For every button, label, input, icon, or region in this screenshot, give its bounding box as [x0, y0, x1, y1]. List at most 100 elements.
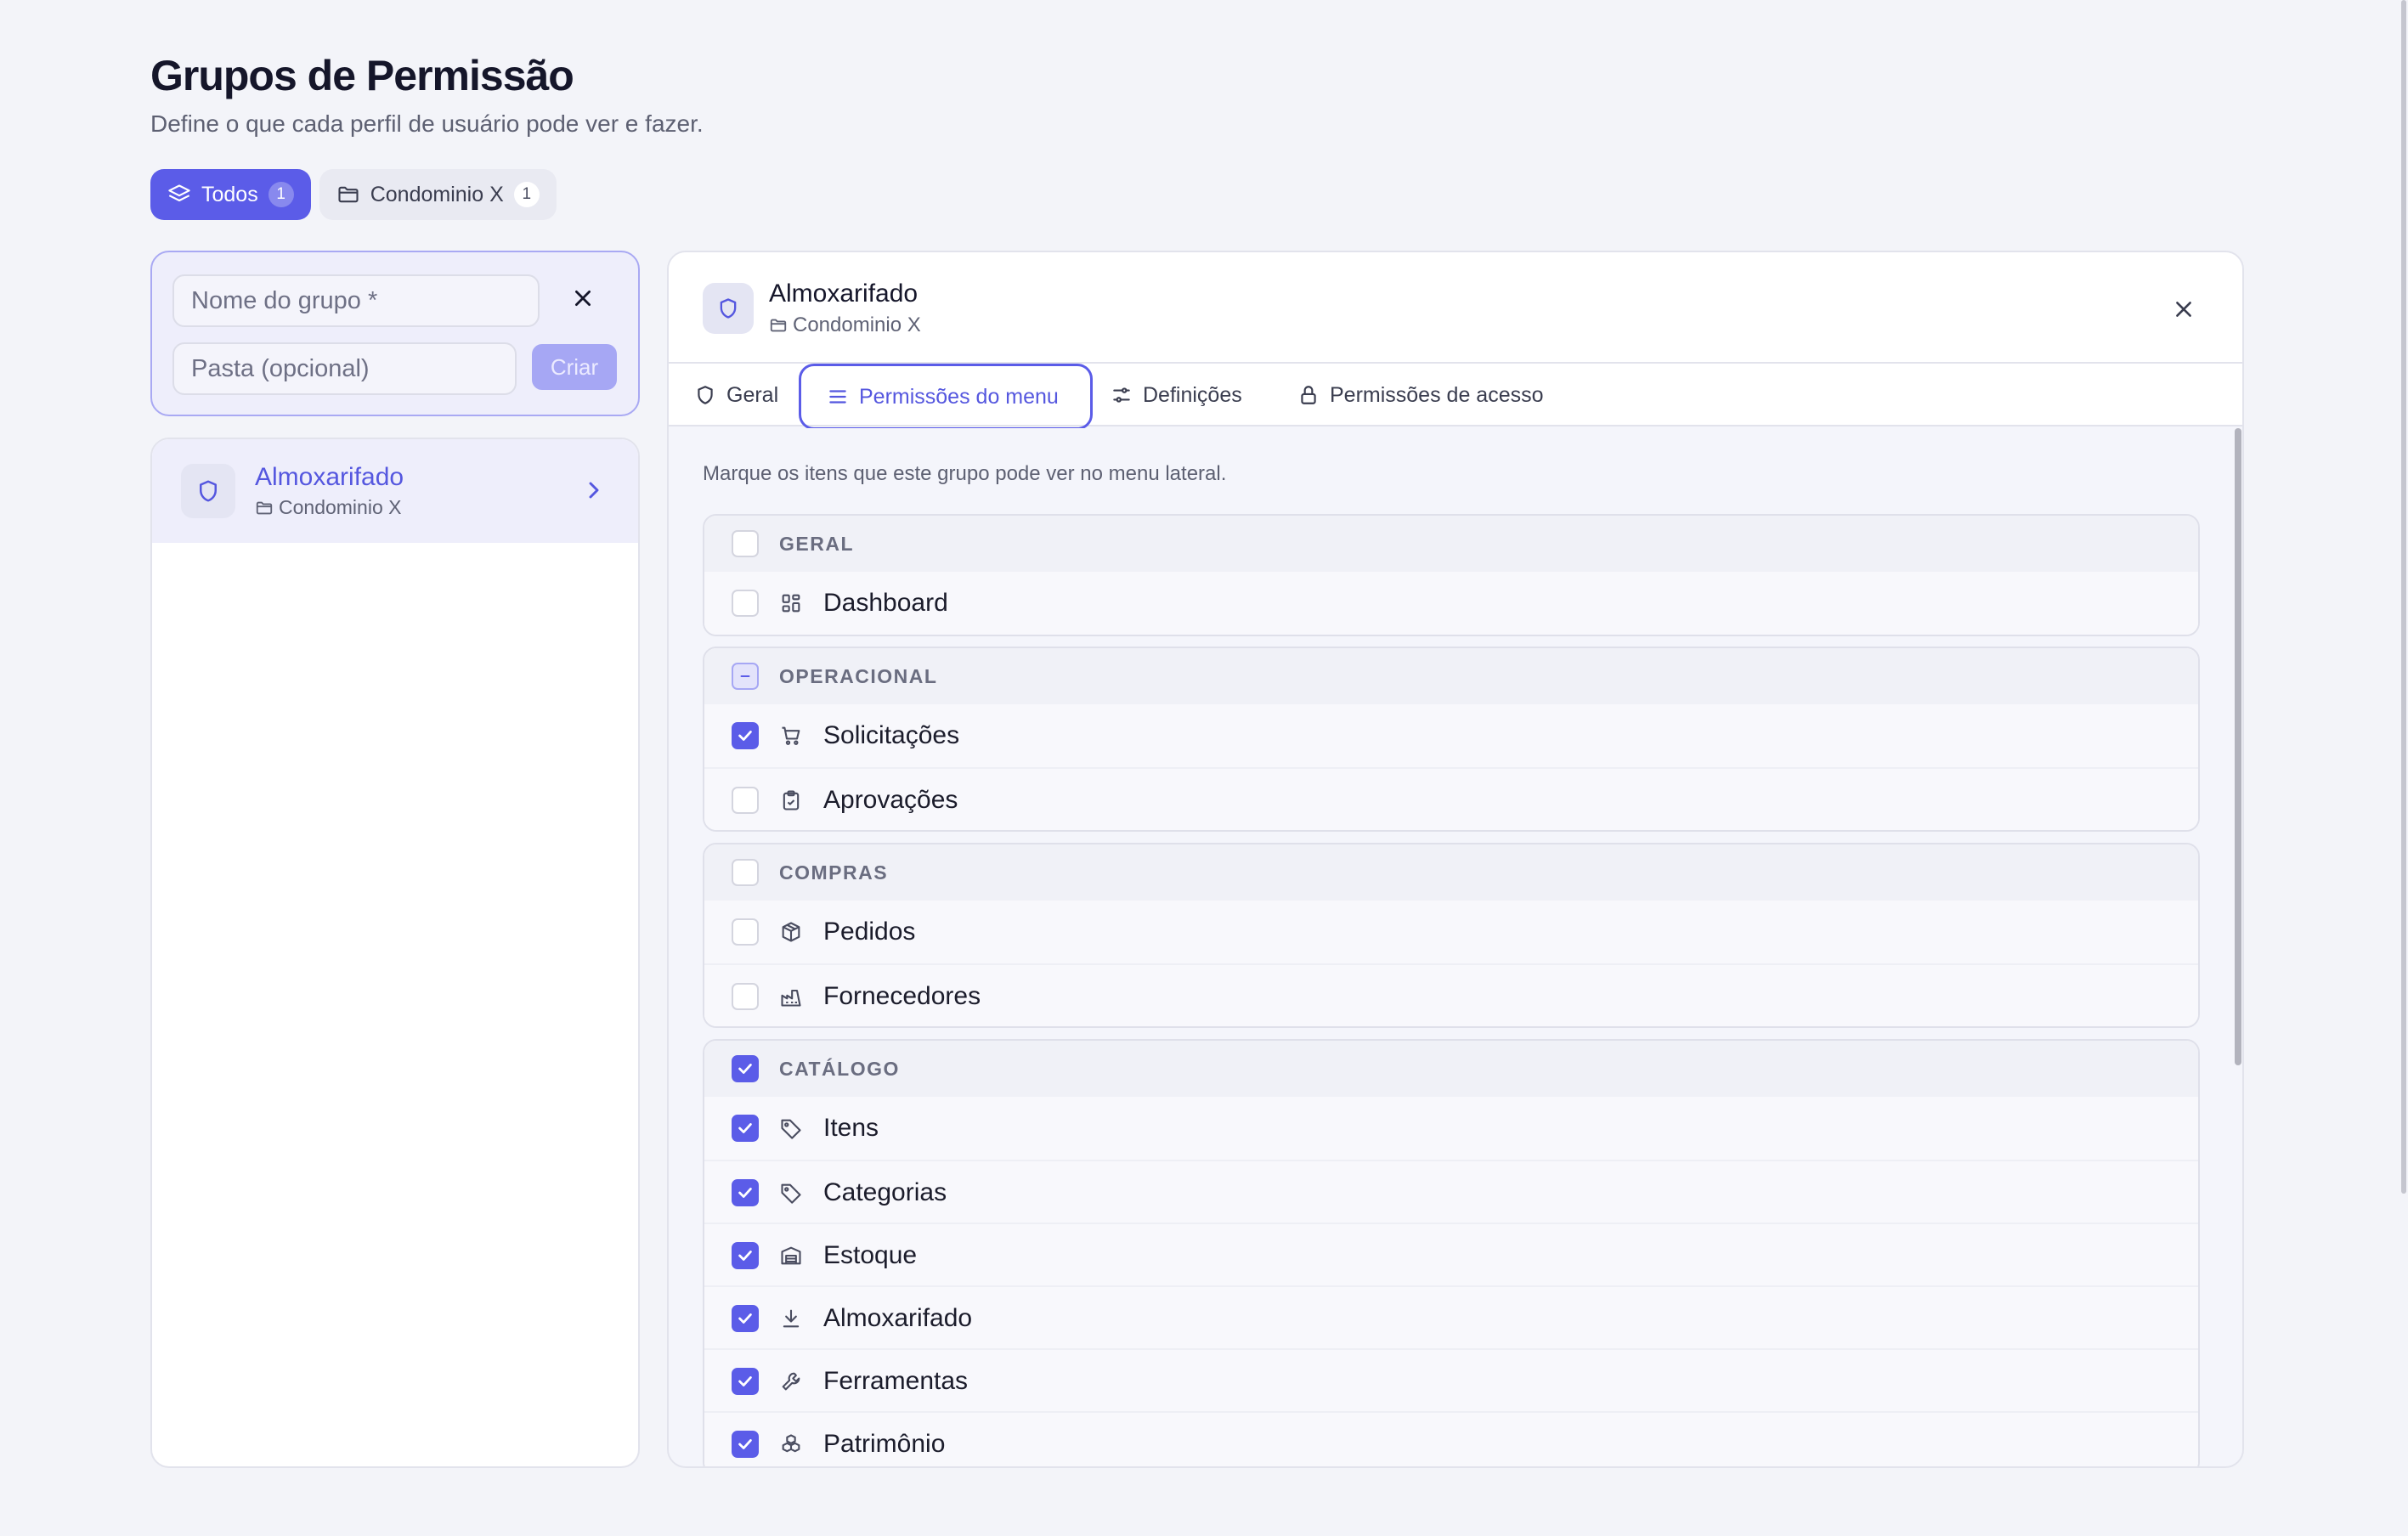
- factory-icon: [781, 989, 801, 1007]
- section-title: CATÁLOGO: [779, 1057, 900, 1080]
- tab-label: Geral: [726, 382, 779, 407]
- folder-filter-bar: Todos 1 Condominio X 1: [150, 169, 557, 220]
- sliders-icon: [1113, 387, 1130, 403]
- group-name-input[interactable]: Nome do grupo *: [172, 274, 540, 327]
- item-label: Categorias: [823, 1178, 947, 1206]
- tab-geral[interactable]: Geral: [694, 364, 778, 426]
- dashboard-icon: [782, 594, 800, 613]
- folder-input[interactable]: Pasta (opcional): [172, 342, 517, 395]
- item-checkbox[interactable]: [732, 983, 759, 1010]
- group-folder: Condominio X: [255, 496, 401, 519]
- menu-permissions-body: Marque os itens que este grupo pode ver …: [669, 428, 2242, 1466]
- group-avatar: [181, 464, 235, 518]
- item-label: Estoque: [823, 1241, 918, 1269]
- page-scrollbar[interactable]: [2401, 0, 2406, 1194]
- tab-label: Definições: [1143, 382, 1242, 407]
- lock-icon: [1301, 386, 1316, 404]
- filter-chip-count: 1: [513, 182, 540, 207]
- item-checkbox[interactable]: [732, 1179, 759, 1206]
- section-title: COMPRAS: [779, 861, 889, 884]
- package-icon: [782, 922, 800, 942]
- section-header: CATÁLOGO: [704, 1041, 2198, 1097]
- permission-row[interactable]: Almoxarifado: [704, 1285, 2198, 1348]
- item-checkbox[interactable]: [732, 722, 759, 749]
- group-name: Almoxarifado: [255, 463, 404, 491]
- item-checkbox[interactable]: [732, 1115, 759, 1142]
- close-icon: [2176, 302, 2191, 317]
- detail-folder: Condominio X: [769, 313, 921, 337]
- item-label: Fornecedores: [823, 982, 981, 1010]
- folder-icon: [770, 319, 787, 332]
- item-label: Itens: [823, 1114, 879, 1142]
- create-button[interactable]: Criar: [532, 344, 617, 390]
- permission-row[interactable]: Estoque: [704, 1223, 2198, 1285]
- filter-chip-condominio-x[interactable]: Condominio X 1: [319, 169, 557, 220]
- detail-title: Almoxarifado: [769, 280, 919, 308]
- item-checkbox[interactable]: [732, 590, 759, 617]
- close-icon: [575, 291, 591, 306]
- permission-section-catalogo: CATÁLOGO Itens Categorias Estoque Almoxa…: [703, 1039, 2200, 1466]
- filter-chip-todos[interactable]: Todos 1: [150, 169, 311, 220]
- item-checkbox[interactable]: [732, 1431, 759, 1458]
- check-icon: [738, 1064, 752, 1074]
- section-header: GERAL: [704, 516, 2198, 572]
- section-header: COMPRAS: [704, 844, 2198, 901]
- section-header: OPERACIONAL: [704, 648, 2198, 704]
- check-icon: [738, 1251, 752, 1261]
- close-form-button[interactable]: [566, 281, 600, 315]
- section-checkbox[interactable]: [732, 859, 759, 886]
- download-icon: [783, 1309, 800, 1328]
- layers-icon: [168, 184, 190, 202]
- item-label: Aprovações: [823, 786, 958, 814]
- item-label: Pedidos: [823, 918, 916, 946]
- shield-icon: [698, 386, 713, 404]
- tab-definicoes[interactable]: Definições: [1111, 364, 1242, 426]
- permission-section-operacional: OPERACIONAL Solicitações Aprovações: [703, 647, 2200, 832]
- filter-chip-count: 1: [268, 182, 294, 207]
- filter-chip-label: Todos: [201, 182, 258, 206]
- minus-icon: [740, 675, 750, 677]
- tab-permissoes-do-menu[interactable]: Permissões do menu: [799, 364, 1093, 430]
- section-checkbox[interactable]: [732, 530, 759, 557]
- permission-row[interactable]: Solicitações: [704, 704, 2198, 767]
- item-checkbox[interactable]: [732, 1305, 759, 1332]
- permission-row[interactable]: Pedidos: [704, 901, 2198, 963]
- permission-row[interactable]: Fornecedores: [704, 963, 2198, 1026]
- check-icon: [738, 1123, 752, 1133]
- permission-row[interactable]: Categorias: [704, 1160, 2198, 1223]
- warehouse-icon: [781, 1246, 801, 1265]
- permission-section-compras: COMPRAS Pedidos Fornecedores: [703, 843, 2200, 1028]
- page-title: Grupos de Permissão: [150, 52, 574, 99]
- item-label: Patrimônio: [823, 1430, 946, 1458]
- item-checkbox[interactable]: [732, 1368, 759, 1395]
- permission-row[interactable]: Dashboard: [704, 572, 2198, 635]
- detail-avatar: [703, 283, 754, 334]
- filter-chip-label: Condominio X: [370, 182, 504, 206]
- permission-row[interactable]: Aprovações: [704, 767, 2198, 830]
- tab-permissoes-de-acesso[interactable]: Permissões de acesso: [1297, 364, 1544, 426]
- item-label: Dashboard: [823, 589, 948, 617]
- tab-label: Permissões de acesso: [1330, 382, 1544, 407]
- item-checkbox[interactable]: [732, 918, 759, 946]
- item-checkbox[interactable]: [732, 1242, 759, 1269]
- clipboard-check-icon: [783, 790, 800, 810]
- detail-scrollbar[interactable]: [2235, 428, 2241, 1065]
- tab-label: Permissões do menu: [859, 384, 1059, 409]
- permission-row[interactable]: Ferramentas: [704, 1348, 2198, 1411]
- close-detail-button[interactable]: [2167, 292, 2201, 326]
- item-label: Almoxarifado: [823, 1304, 973, 1332]
- check-icon: [738, 1376, 752, 1386]
- folder-icon: [256, 501, 273, 514]
- group-list-item[interactable]: Almoxarifado Condominio X: [152, 439, 638, 543]
- permission-row[interactable]: Itens: [704, 1097, 2198, 1160]
- item-checkbox[interactable]: [732, 787, 759, 814]
- permission-row[interactable]: Patrimônio: [704, 1411, 2198, 1466]
- chevron-right-icon: [589, 482, 599, 499]
- tag-icon: [781, 1183, 801, 1204]
- item-label: Ferramentas: [823, 1367, 969, 1395]
- section-checkbox[interactable]: [732, 663, 759, 690]
- section-title: GERAL: [779, 532, 854, 555]
- page: Grupos de Permissão Define o que cada pe…: [0, 0, 2408, 1536]
- check-icon: [738, 1313, 752, 1324]
- section-checkbox[interactable]: [732, 1055, 759, 1082]
